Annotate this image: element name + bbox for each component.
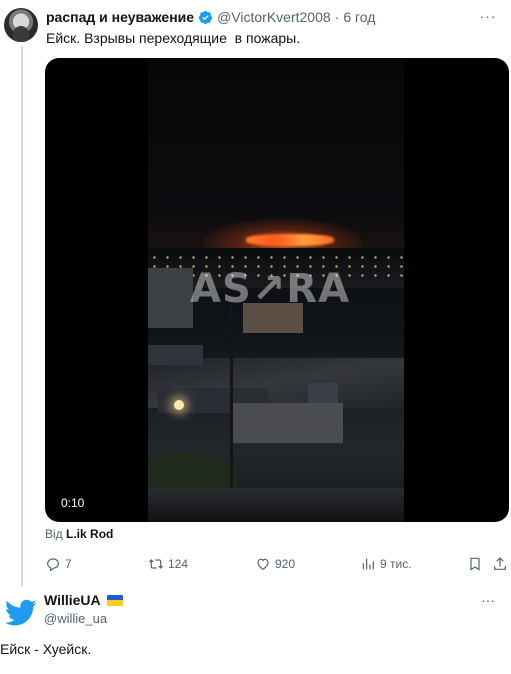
bookmark-button[interactable] — [467, 554, 483, 574]
tweet-text: Ейск. Взрывы переходящие в пожары. — [46, 30, 301, 46]
share-icon — [494, 557, 506, 570]
author-name[interactable]: WillieUA — [44, 592, 101, 608]
separator-dot: · — [334, 9, 340, 25]
video-frame: AS↗RA — [148, 58, 404, 522]
author-handle[interactable]: @VictorKvert2008 — [217, 9, 331, 25]
retweet-button[interactable]: 124 — [148, 554, 188, 574]
tweet-actions: 7 124 920 9 тис. — [45, 554, 509, 574]
reply-icon — [47, 558, 59, 572]
reply-button[interactable]: 7 — [45, 554, 72, 574]
tweet-header: WillieUA — [44, 592, 123, 608]
bookmark-icon — [470, 557, 480, 571]
fire-flames — [246, 234, 334, 246]
source-name[interactable]: L.ik Rod — [66, 527, 113, 541]
timestamp[interactable]: 6 год — [343, 9, 375, 25]
share-button[interactable] — [492, 554, 508, 574]
more-options-icon[interactable]: ··· — [477, 592, 499, 608]
retweet-icon — [148, 559, 164, 569]
video-watermark: AS↗RA — [190, 266, 351, 312]
flag-stripe-yellow — [106, 600, 123, 606]
thread-line — [21, 46, 23, 586]
views-chart-icon — [362, 558, 374, 570]
foreground-fence — [148, 488, 404, 522]
video-duration: 0:10 — [61, 496, 85, 510]
verified-badge-icon — [199, 10, 213, 24]
street-lamp — [174, 400, 184, 410]
avatar[interactable] — [4, 596, 38, 630]
building — [308, 383, 338, 403]
views-count: 9 тис. — [380, 557, 412, 571]
author-handle[interactable]: @willie_ua — [44, 611, 107, 626]
tweet-text: Ейск - Хуейск. — [0, 641, 92, 657]
trees — [148, 453, 238, 493]
video-source: Від L.ik Rod — [45, 527, 113, 541]
building — [148, 345, 203, 365]
author-name[interactable]: распад и неуважение — [46, 9, 194, 25]
reply-count: 7 — [65, 557, 72, 571]
building — [233, 403, 343, 443]
source-prefix: Від — [45, 527, 63, 541]
building — [148, 268, 193, 328]
ukraine-flag-icon — [106, 594, 123, 606]
tweet-header: распад и неуважение @VictorKvert2008 · 6… — [46, 9, 375, 25]
retweet-count: 124 — [168, 557, 189, 571]
tweet-reply[interactable]: WillieUA @willie_ua ··· Ейск - Хуейск. — [0, 584, 511, 674]
like-button[interactable]: 920 — [255, 554, 295, 574]
tweet-quoted[interactable]: распад и неуважение @VictorKvert2008 · 6… — [0, 0, 511, 586]
avatar[interactable] — [4, 8, 38, 42]
video-player[interactable]: AS↗RA 0:10 — [45, 58, 509, 522]
heart-icon — [257, 558, 269, 571]
more-options-icon[interactable]: ··· — [477, 8, 499, 24]
like-count: 920 — [275, 557, 296, 571]
views-button[interactable]: 9 тис. — [360, 554, 412, 574]
twitter-bird-icon — [5, 599, 37, 626]
